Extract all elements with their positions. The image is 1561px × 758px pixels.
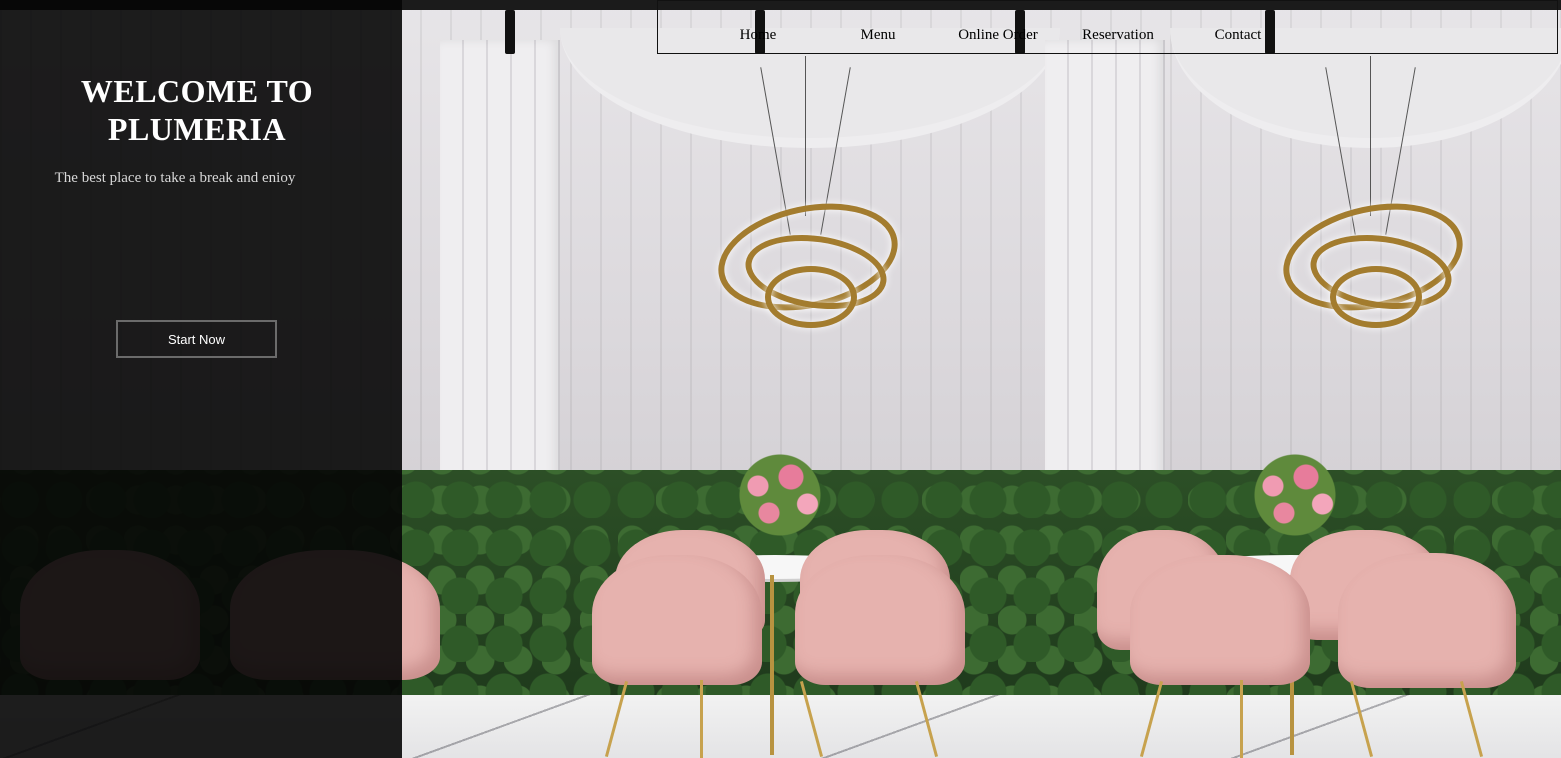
chair [1130,555,1310,685]
flower-vase [725,450,835,540]
chair [592,555,762,685]
hero-title: WELCOME TO PLUMERIA [0,72,394,148]
spotlight [505,10,515,54]
flower-vase [1240,450,1350,540]
pillar [440,40,560,520]
nav-link-reservation[interactable]: Reservation [1058,27,1178,44]
chandelier [1273,56,1473,336]
pillar [1045,40,1165,520]
nav-link-online-order[interactable]: Online Order [938,27,1058,44]
hero-title-line2: PLUMERIA [107,111,287,147]
start-now-button[interactable]: Start Now [116,320,277,358]
hero-subtitle: The best place to take a break and enioy [54,170,296,186]
nav-link-home[interactable]: Home [698,27,818,44]
chandelier [708,56,908,336]
chair [1338,553,1516,688]
chair [795,555,965,685]
nav-link-menu[interactable]: Menu [818,27,938,44]
main-nav: Home Menu Online Order Reservation Conta… [657,0,1558,54]
nav-link-contact[interactable]: Contact [1178,27,1298,44]
hero-title-line1: WELCOME TO [80,73,314,109]
hero-panel: WELCOME TO PLUMERIA The best place to ta… [0,0,402,758]
